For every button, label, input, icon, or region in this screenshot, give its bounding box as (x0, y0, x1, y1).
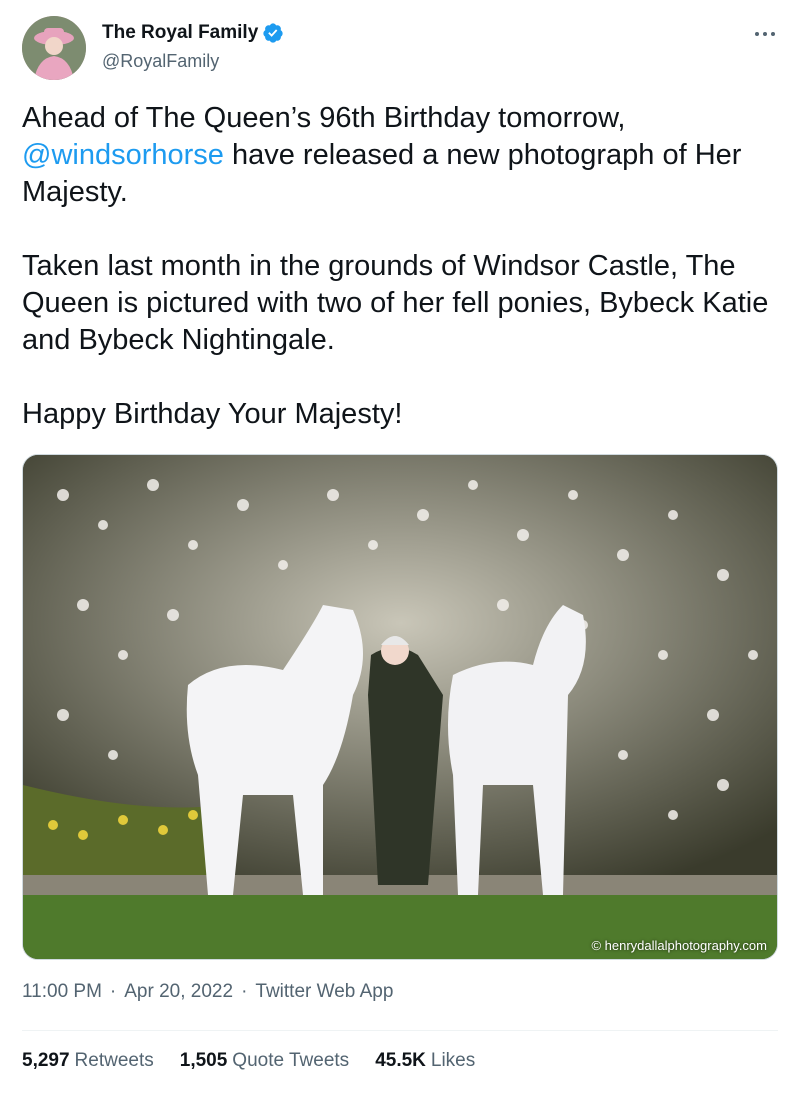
mention-link[interactable]: @windsorhorse (22, 139, 224, 171)
stat-value: 1,505 (179, 1050, 228, 1071)
stat-value: 5,297 (22, 1050, 70, 1071)
stat-label: Likes (430, 1050, 476, 1071)
tweet-time[interactable]: 11:00 PM (22, 981, 102, 1003)
likes-stat[interactable]: 45.5K Likes (375, 1050, 475, 1072)
tweet-stats: 5,297 Retweets 1,505 Quote Tweets 45.5K Lik… (22, 1050, 475, 1072)
display-name[interactable]: The Royal Family (102, 20, 284, 46)
divider (22, 1030, 778, 1031)
user-handle[interactable]: @RoyalFamily (102, 48, 284, 74)
tweet-text-part-2: have released a new photograph of Her Ma… (22, 139, 769, 430)
tweet-text: Ahead of The Queen’s 96th Birthday tomor… (22, 100, 782, 433)
tweet-date[interactable]: Apr 20, 2022 (124, 981, 233, 1003)
tweet-source[interactable]: Twitter Web App (255, 981, 393, 1003)
stat-value: 45.5K (375, 1050, 426, 1071)
meta-separator: · (109, 981, 117, 1002)
retweets-stat[interactable]: 5,297 Retweets (22, 1050, 154, 1072)
photo-credit: © henrydallalphotography.com (591, 938, 767, 953)
tweet-meta: 11:00 PM · Apr 20, 2022 · Twitter Web Ap… (22, 981, 393, 1003)
tweet-header: The Royal Family @RoyalFamily (22, 16, 782, 84)
stat-label: Retweets (74, 1050, 154, 1071)
tweet-text-part-1: Ahead of The Queen’s 96th Birthday tomor… (22, 102, 626, 134)
more-options-icon[interactable] (752, 24, 778, 44)
tweet-photo[interactable]: © henrydallalphotography.com (22, 454, 778, 960)
meta-separator: · (241, 981, 248, 1002)
quote-tweets-stat[interactable]: 1,505 Quote Tweets (180, 1050, 349, 1072)
avatar[interactable] (22, 16, 86, 80)
display-name-text: The Royal Family (102, 22, 259, 43)
stat-label: Quote Tweets (232, 1050, 350, 1071)
photo-illustration (23, 455, 777, 959)
verified-badge-icon (263, 23, 283, 43)
